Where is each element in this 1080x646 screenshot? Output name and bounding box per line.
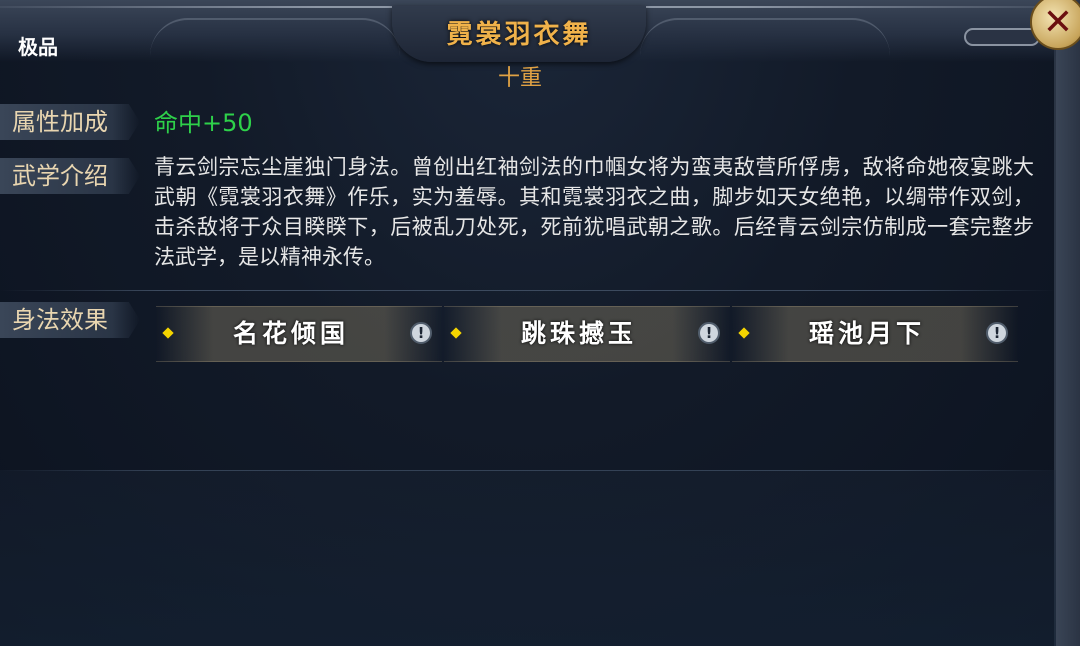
- effects-list: 名花倾国 ! 跳珠撼玉 ! 瑶池月下 !: [156, 306, 1036, 362]
- scroll-frame: [1056, 0, 1080, 646]
- skill-level: 十重: [497, 66, 542, 91]
- info-icon[interactable]: !: [986, 322, 1008, 344]
- window-rail: [964, 28, 1040, 46]
- info-icon[interactable]: !: [410, 322, 432, 344]
- effects-label: 身法效果: [0, 302, 140, 338]
- empty-area: [0, 470, 1056, 646]
- description-text: 青云剑宗忘尘崖独门身法。曾创出红袖剑法的巾帼女将为蛮夷敌营所俘虏，敌将命她夜宴跳…: [154, 155, 1034, 269]
- diamond-bullet-icon: [738, 327, 750, 339]
- skill-title: 霓裳羽衣舞: [446, 20, 592, 50]
- info-icon[interactable]: !: [698, 322, 720, 344]
- title-ornament-left: [150, 18, 400, 56]
- rank-badge: 极品: [18, 35, 58, 59]
- effect-item[interactable]: 跳珠撼玉 !: [444, 306, 730, 362]
- diamond-bullet-icon: [450, 327, 462, 339]
- description-label: 武学介绍: [0, 158, 140, 194]
- effect-name: 瑶池月下: [808, 319, 925, 348]
- effect-name: 名花倾国: [232, 319, 349, 348]
- attribute-bonus-value: 命中+50: [154, 109, 253, 137]
- title-ornament-right: [640, 18, 890, 56]
- effect-item[interactable]: 名花倾国 !: [156, 306, 442, 362]
- skill-detail-panel: 霓裳羽衣舞 极品 十重 属性加成 命中+50 武学介绍 青云剑宗忘尘崖独门身法。…: [0, 0, 1056, 646]
- diamond-bullet-icon: [162, 327, 174, 339]
- attribute-bonus-label: 属性加成: [0, 104, 140, 140]
- effect-item[interactable]: 瑶池月下 !: [732, 306, 1018, 362]
- section-divider: [0, 290, 1056, 291]
- effect-name: 跳珠撼玉: [520, 319, 637, 348]
